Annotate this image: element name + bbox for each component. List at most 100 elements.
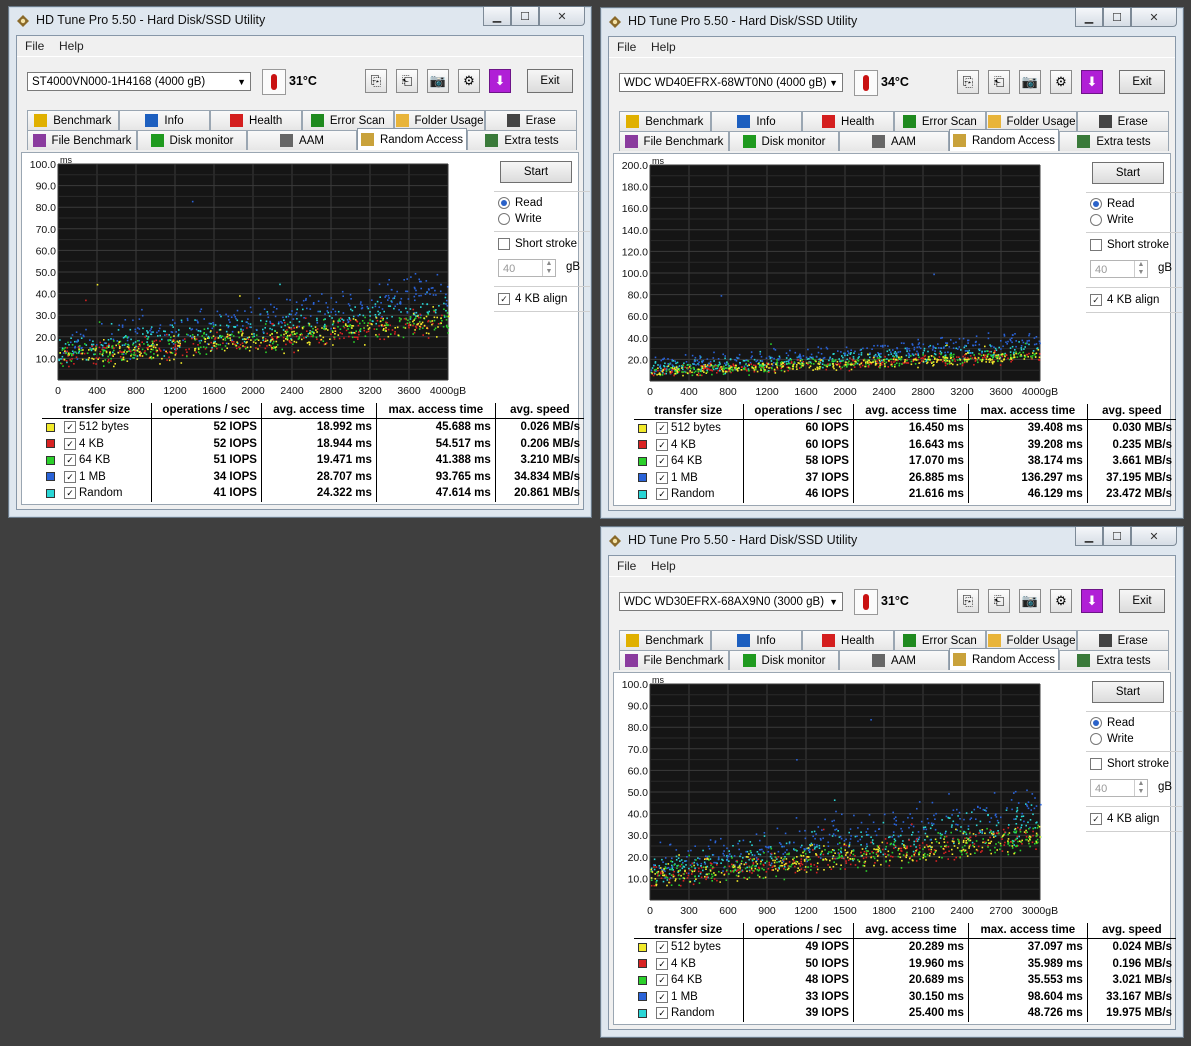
copy-text-button[interactable]: ⎘ [365, 69, 387, 93]
close-button[interactable]: ✕ [1131, 527, 1177, 546]
align-checkbox[interactable]: ✓ 4 KB align [1090, 294, 1159, 306]
series-checkbox[interactable]: ✓ [656, 974, 668, 987]
tab-disk-monitor[interactable]: Disk monitor [137, 130, 247, 150]
drive-select[interactable]: WDC WD30EFRX-68AX9N0 (3000 gB) ▼ [619, 592, 843, 611]
start-button[interactable]: Start [500, 161, 572, 183]
short-stroke-checkbox[interactable]: Short stroke [1090, 758, 1169, 770]
tab-info[interactable]: Info [710, 111, 803, 131]
series-checkbox[interactable]: ✓ [656, 941, 668, 954]
drive-select[interactable]: WDC WD40EFRX-68WT0N0 (4000 gB) ▼ [619, 73, 843, 92]
series-checkbox[interactable]: ✓ [64, 470, 76, 483]
menu-help[interactable]: Help [59, 39, 84, 53]
short-stroke-input[interactable]: 40 ▲ ▼ [1090, 260, 1148, 278]
write-radio[interactable]: Write [1090, 214, 1134, 226]
tab-file-benchmark[interactable]: File Benchmark [27, 130, 137, 150]
tab-random-access[interactable]: Random Access [357, 128, 467, 150]
copy-text-button[interactable]: ⎘ [957, 70, 979, 94]
series-checkbox[interactable]: ✓ [656, 990, 668, 1003]
tab-disk-monitor[interactable]: Disk monitor [729, 131, 839, 151]
series-checkbox[interactable]: ✓ [656, 488, 668, 501]
title-bar[interactable]: HD Tune Pro 5.50 - Hard Disk/SSD Utility… [9, 7, 591, 35]
tab-aam[interactable]: AAM [247, 130, 357, 150]
maximize-button[interactable]: ☐ [1103, 8, 1131, 27]
tab-info[interactable]: Info [118, 110, 211, 130]
exit-button[interactable]: Exit [527, 69, 573, 93]
menu-help[interactable]: Help [651, 559, 676, 573]
spinner-arrows-icon[interactable]: ▲ ▼ [1134, 780, 1147, 796]
minimize-button[interactable]: ▁ [1075, 527, 1103, 546]
download-button[interactable]: ⬇ [489, 69, 511, 93]
copy-screenshot-button[interactable]: ⎗ [988, 70, 1010, 94]
menu-file[interactable]: File [25, 39, 44, 53]
menu-file[interactable]: File [617, 559, 636, 573]
start-button[interactable]: Start [1092, 681, 1164, 703]
drive-select[interactable]: ST4000VN000-1H4168 (4000 gB) ▼ [27, 72, 251, 91]
copy-screenshot-button[interactable]: ⎗ [396, 69, 418, 93]
options-button[interactable]: ⚙ [1050, 70, 1072, 94]
read-radio[interactable]: Read [1090, 717, 1135, 729]
options-button[interactable]: ⚙ [458, 69, 480, 93]
tab-erase[interactable]: Erase [1077, 630, 1170, 650]
read-radio[interactable]: Read [498, 197, 543, 209]
tab-health[interactable]: Health [210, 110, 303, 130]
tab-error-scan[interactable]: Error Scan [302, 110, 394, 130]
series-checkbox[interactable]: ✓ [64, 421, 76, 434]
title-bar[interactable]: HD Tune Pro 5.50 - Hard Disk/SSD Utility… [601, 8, 1183, 36]
tab-folder-usage[interactable]: Folder Usage [985, 111, 1078, 131]
tab-random-access[interactable]: Random Access [949, 648, 1059, 670]
exit-button[interactable]: Exit [1119, 70, 1165, 94]
options-button[interactable]: ⚙ [1050, 589, 1072, 613]
minimize-button[interactable]: ▁ [483, 7, 511, 26]
title-bar[interactable]: HD Tune Pro 5.50 - Hard Disk/SSD Utility… [601, 527, 1183, 555]
short-stroke-checkbox[interactable]: Short stroke [1090, 239, 1169, 251]
series-checkbox[interactable]: ✓ [656, 422, 668, 435]
close-button[interactable]: ✕ [539, 7, 585, 26]
series-checkbox[interactable]: ✓ [64, 454, 76, 467]
close-button[interactable]: ✕ [1131, 8, 1177, 27]
tab-error-scan[interactable]: Error Scan [894, 111, 986, 131]
align-checkbox[interactable]: ✓ 4 KB align [1090, 813, 1159, 825]
download-button[interactable]: ⬇ [1081, 70, 1103, 94]
camera-button[interactable]: 📷 [1019, 70, 1041, 94]
series-checkbox[interactable]: ✓ [656, 1007, 668, 1020]
camera-button[interactable]: 📷 [1019, 589, 1041, 613]
series-checkbox[interactable]: ✓ [656, 438, 668, 451]
tab-folder-usage[interactable]: Folder Usage [985, 630, 1078, 650]
short-stroke-input[interactable]: 40 ▲ ▼ [498, 259, 556, 277]
menu-file[interactable]: File [617, 40, 636, 54]
download-button[interactable]: ⬇ [1081, 589, 1103, 613]
series-checkbox[interactable]: ✓ [656, 471, 668, 484]
start-button[interactable]: Start [1092, 162, 1164, 184]
tab-extra-tests[interactable]: Extra tests [467, 130, 577, 150]
tab-info[interactable]: Info [710, 630, 803, 650]
tab-aam[interactable]: AAM [839, 650, 949, 670]
maximize-button[interactable]: ☐ [1103, 527, 1131, 546]
align-checkbox[interactable]: ✓ 4 KB align [498, 293, 567, 305]
tab-benchmark[interactable]: Benchmark [27, 110, 119, 130]
series-checkbox[interactable]: ✓ [64, 437, 76, 450]
series-checkbox[interactable]: ✓ [64, 487, 76, 500]
camera-button[interactable]: 📷 [427, 69, 449, 93]
short-stroke-input[interactable]: 40 ▲ ▼ [1090, 779, 1148, 797]
spinner-arrows-icon[interactable]: ▲ ▼ [1134, 261, 1147, 277]
tab-benchmark[interactable]: Benchmark [619, 630, 711, 650]
tab-extra-tests[interactable]: Extra tests [1059, 131, 1169, 151]
menu-help[interactable]: Help [651, 40, 676, 54]
write-radio[interactable]: Write [1090, 733, 1134, 745]
tab-extra-tests[interactable]: Extra tests [1059, 650, 1169, 670]
read-radio[interactable]: Read [1090, 198, 1135, 210]
tab-file-benchmark[interactable]: File Benchmark [619, 131, 729, 151]
short-stroke-checkbox[interactable]: Short stroke [498, 238, 577, 250]
tab-random-access[interactable]: Random Access [949, 129, 1059, 151]
minimize-button[interactable]: ▁ [1075, 8, 1103, 27]
series-checkbox[interactable]: ✓ [656, 455, 668, 468]
tab-health[interactable]: Health [802, 630, 895, 650]
tab-aam[interactable]: AAM [839, 131, 949, 151]
exit-button[interactable]: Exit [1119, 589, 1165, 613]
maximize-button[interactable]: ☐ [511, 7, 539, 26]
tab-disk-monitor[interactable]: Disk monitor [729, 650, 839, 670]
tab-benchmark[interactable]: Benchmark [619, 111, 711, 131]
tab-folder-usage[interactable]: Folder Usage [393, 110, 486, 130]
tab-health[interactable]: Health [802, 111, 895, 131]
tab-erase[interactable]: Erase [485, 110, 578, 130]
